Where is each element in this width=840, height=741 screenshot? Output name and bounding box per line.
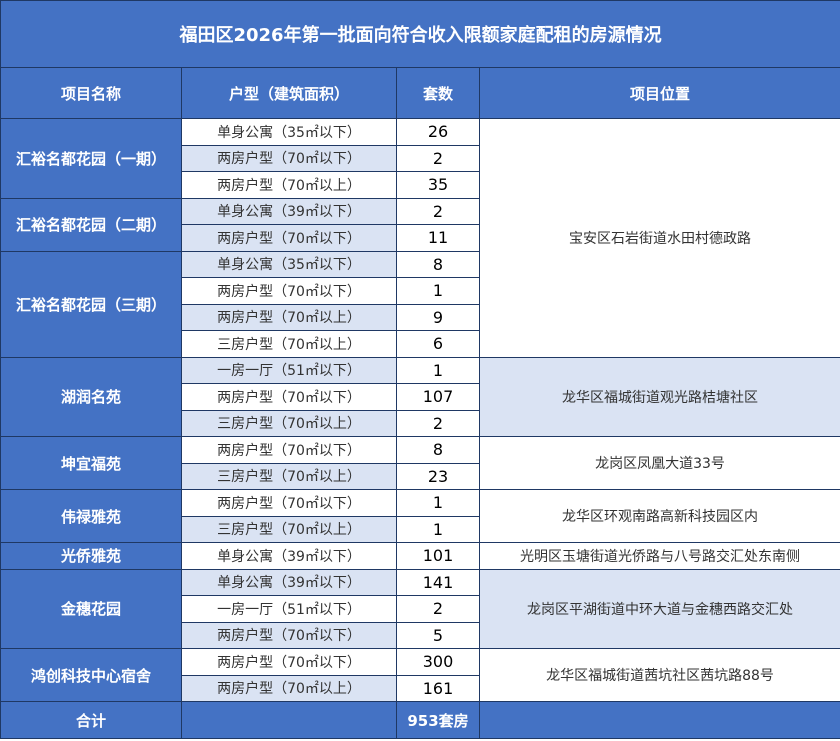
unit-type: 一房一厅（51㎡以下） [181,595,397,623]
unit-type: 两房户型（70㎡以上） [181,171,397,199]
unit-type: 两房户型（70㎡以下） [181,224,397,252]
project-name: 伟禄雅苑 [0,489,182,543]
unit-count: 26 [396,118,480,146]
unit-type: 三房户型（70㎡以上） [181,409,397,437]
project-location: 光明区玉塘街道光侨路与八号路交汇处东南侧 [478,542,840,570]
project-name: 光侨雅苑 [0,542,182,570]
table-row: 坤宜福苑 两房户型（70㎡以下） 8 龙岗区凤凰大道33号 [0,436,840,490]
unit-count: 6 [396,330,480,358]
header-location: 项目位置 [478,67,840,119]
unit-count: 8 [396,250,480,278]
project-location: 龙岗区凤凰大道33号 [478,436,840,490]
unit-count: 1 [396,356,480,384]
unit-type: 三房户型（70㎡以上） [181,330,397,358]
unit-type: 两房户型（70㎡以下） [181,621,397,649]
unit-count: 1 [396,515,480,543]
project-name: 鸿创科技中心宿舍 [0,648,182,702]
project-name: 坤宜福苑 [0,436,182,490]
unit-count: 1 [396,489,480,517]
total-empty-cell [478,701,840,739]
project-location: 龙岗区平湖街道中环大道与金穗西路交汇处 [478,568,840,649]
header-count: 套数 [396,67,480,119]
project-location: 龙华区福城街道茜坑社区茜坑路88号 [478,648,840,702]
unit-type: 两房户型（70㎡以下） [181,144,397,172]
unit-type: 两房户型（70㎡以下） [181,436,397,464]
total-row: 合计 953套房 [0,701,840,739]
unit-count: 23 [396,462,480,490]
unit-count: 101 [396,542,480,570]
table-row: 光侨雅苑 单身公寓（39㎡以下） 101 光明区玉塘街道光侨路与八号路交汇处东南… [0,542,840,570]
table-row: 湖润名苑 一房一厅（51㎡以下） 1 龙华区福城街道观光路桔塘社区 [0,356,840,437]
unit-count: 161 [396,674,480,702]
unit-type: 两房户型（70㎡以上） [181,303,397,331]
project-name: 金穗花园 [0,568,182,649]
header-row: 项目名称 户型（建筑面积） 套数 项目位置 [0,67,840,119]
project-location: 龙华区福城街道观光路桔塘社区 [478,356,840,437]
table-row: 金穗花园 单身公寓（39㎡以下） 141 龙岗区平湖街道中环大道与金穗西路交汇处 [0,568,840,649]
unit-type: 两房户型（70㎡以上） [181,674,397,702]
unit-count: 1 [396,277,480,305]
unit-type: 单身公寓（39㎡以下） [181,197,397,225]
unit-count: 8 [396,436,480,464]
unit-count: 9 [396,303,480,331]
unit-count: 2 [396,144,480,172]
unit-count: 2 [396,197,480,225]
unit-count: 5 [396,621,480,649]
table-row: 鸿创科技中心宿舍 两房户型（70㎡以下） 300 龙华区福城街道茜坑社区茜坑路8… [0,648,840,702]
project-location: 宝安区石岩街道水田村德政路 [478,118,840,358]
total-empty-cell [181,701,397,739]
table-row: 伟禄雅苑 两房户型（70㎡以下） 1 龙华区环观南路高新科技园区内 [0,489,840,543]
unit-type: 两房户型（70㎡以下） [181,489,397,517]
unit-count: 300 [396,648,480,676]
unit-type: 单身公寓（39㎡以下） [181,568,397,596]
project-location: 龙华区环观南路高新科技园区内 [478,489,840,543]
total-label: 合计 [0,701,182,739]
unit-count: 2 [396,595,480,623]
unit-count: 35 [396,171,480,199]
unit-type: 三房户型（70㎡以上） [181,462,397,490]
total-value: 953套房 [396,701,480,739]
unit-count: 107 [396,383,480,411]
unit-type: 三房户型（70㎡以上） [181,515,397,543]
project-name: 湖润名苑 [0,356,182,437]
unit-type: 两房户型（70㎡以下） [181,277,397,305]
unit-type: 两房户型（70㎡以下） [181,383,397,411]
project-name: 汇裕名都花园（一期） [0,118,182,199]
project-name: 汇裕名都花园（三期） [0,250,182,358]
unit-count: 141 [396,568,480,596]
header-project-name: 项目名称 [0,67,182,119]
unit-type: 单身公寓（39㎡以下） [181,542,397,570]
unit-type: 两房户型（70㎡以下） [181,648,397,676]
unit-count: 2 [396,409,480,437]
project-name: 汇裕名都花园（二期） [0,197,182,252]
header-unit-type: 户型（建筑面积） [181,67,397,119]
table-title: 福田区2026年第一批面向符合收入限额家庭配租的房源情况 [0,0,840,68]
housing-table: 福田区2026年第一批面向符合收入限额家庭配租的房源情况 项目名称 户型（建筑面… [0,0,840,739]
table-row: 汇裕名都花园（一期） 单身公寓（35㎡以下） 26 宝安区石岩街道水田村德政路 [0,118,840,358]
title-row: 福田区2026年第一批面向符合收入限额家庭配租的房源情况 [0,0,840,68]
unit-type: 单身公寓（35㎡以下） [181,250,397,278]
unit-type: 单身公寓（35㎡以下） [181,118,397,146]
unit-type: 一房一厅（51㎡以下） [181,356,397,384]
unit-count: 11 [396,224,480,252]
